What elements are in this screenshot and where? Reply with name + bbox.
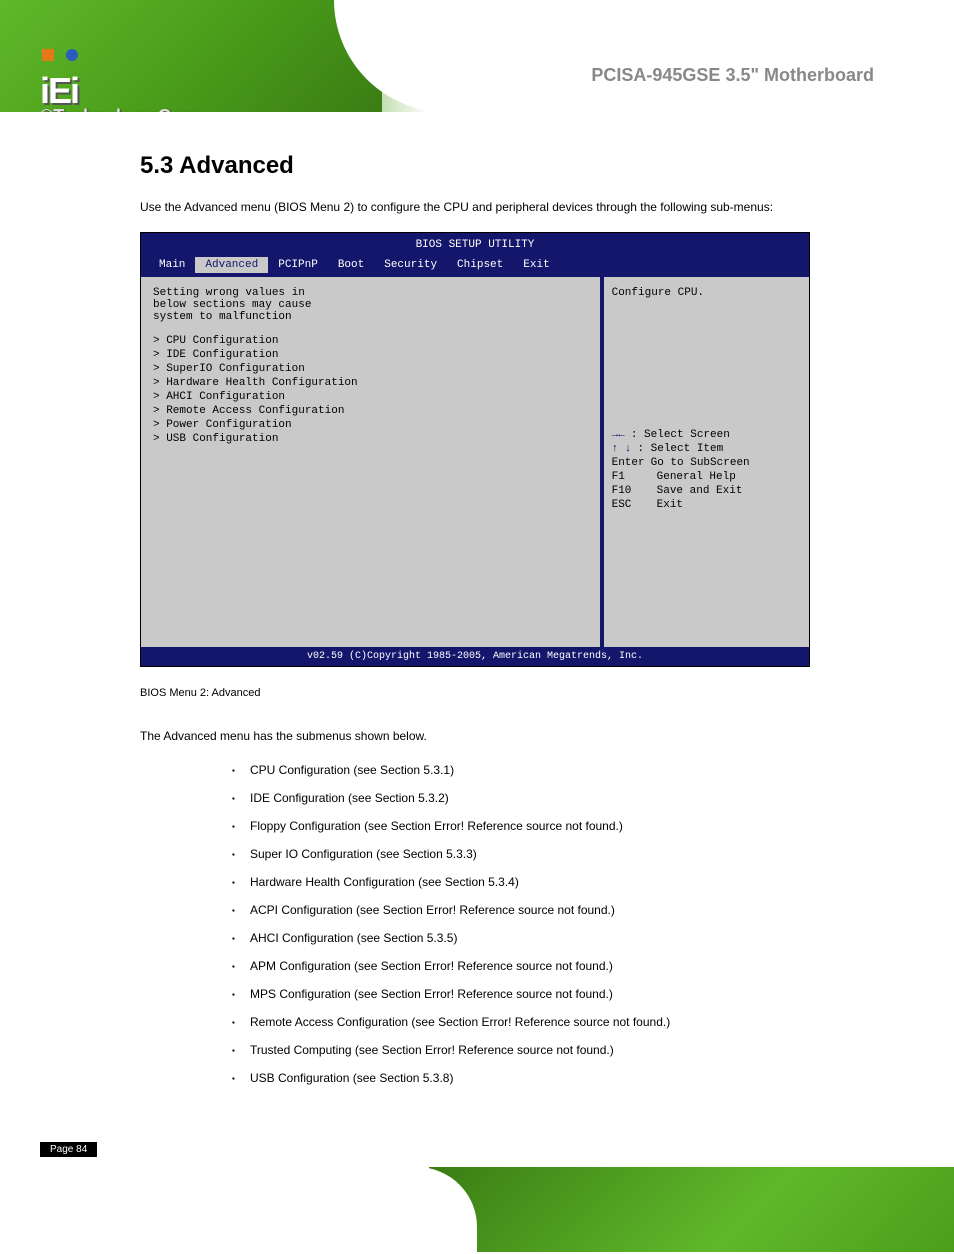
bios-menu-item: IDE Configuration [153,349,588,361]
section-heading: 5.3 Advanced [140,152,814,180]
footer-curve [0,1167,477,1252]
brand-subtext: ®Technology Corp. [40,106,205,112]
list-item: Floppy Configuration (see Section Error!… [250,819,814,833]
bios-warning-1: Setting wrong values in [153,287,588,299]
arrow-updown-icon: ↑ ↓ [612,443,632,455]
bios-nav-key: F1 [612,471,625,483]
section-description: Use the Advanced menu (BIOS Menu 2) to c… [140,200,814,214]
bios-tab-exit: Exit [513,257,559,273]
bios-tab-bar: Main Advanced PCIPnP Boot Security Chips… [141,257,809,277]
bios-tab-advanced: Advanced [195,257,268,273]
arrow-leftright-icon: →← [612,429,625,441]
list-item: Super IO Configuration (see Section 5.3.… [250,847,814,861]
list-item: ACPI Configuration (see Section Error! R… [250,903,814,917]
header-curve [334,0,954,112]
list-item: IDE Configuration (see Section 5.3.2) [250,791,814,805]
bios-nav-label: Exit [657,499,683,511]
bios-nav-key: Enter [612,457,645,469]
bios-nav-help: →← : Select Screen ↑ ↓ : Select Item Enter… [612,429,801,511]
figure-caption: BIOS Menu 2: Advanced [140,687,814,699]
footer-banner [0,1167,954,1252]
bios-menu-item: SuperIO Configuration [153,363,588,375]
list-item: AHCI Configuration (see Section 5.3.5) [250,931,814,945]
bios-nav-label: General Help [657,471,736,483]
page-number: Page 84 [40,1142,97,1157]
bios-menu-item: USB Configuration [153,433,588,445]
page-content: 5.3 Advanced Use the Advanced menu (BIOS… [0,112,954,1119]
bios-help-text: Configure CPU. [612,287,801,299]
bios-tab-security: Security [374,257,447,273]
bios-menu-item: CPU Configuration [153,335,588,347]
bios-menu-item: AHCI Configuration [153,391,588,403]
bios-warning-3: system to malfunction [153,311,588,323]
bios-screenshot: BIOS SETUP UTILITY Main Advanced PCIPnP … [140,232,810,667]
product-name: PCISA-945GSE 3.5" Motherboard [591,65,874,86]
bios-help-panel: Configure CPU. →← : Select Screen ↑ ↓ : Se… [600,277,809,647]
list-item: MPS Configuration (see Section Error! Re… [250,987,814,1001]
bios-warning-2: below sections may cause [153,299,588,311]
bios-nav-label: Go to SubScreen [651,457,750,469]
submenu-list: CPU Configuration (see Section 5.3.1) ID… [140,763,814,1085]
bios-tab-main: Main [149,257,195,273]
list-item: Remote Access Configuration (see Section… [250,1015,814,1029]
brand-logo: iEi ®Technology Corp. [40,28,205,112]
logo-orange-box-icon [42,49,54,61]
bios-nav-key: ESC [612,499,632,511]
bios-footer: v02.59 (C)Copyright 1985-2005, American … [141,647,809,666]
submenu-description: The Advanced menu has the submenus shown… [140,729,814,743]
logo-blue-circle-icon [66,49,78,61]
footer-circuit-art [429,1167,954,1252]
bios-tab-chipset: Chipset [447,257,513,273]
bios-menu-left: Setting wrong values in below sections m… [141,277,600,647]
list-item: USB Configuration (see Section 5.3.8) [250,1071,814,1085]
bios-nav-key: F10 [612,485,632,497]
header-banner: iEi ®Technology Corp. PCISA-945GSE 3.5" … [0,0,954,112]
list-item: CPU Configuration (see Section 5.3.1) [250,763,814,777]
bios-menu-item: Power Configuration [153,419,588,431]
bios-body: Setting wrong values in below sections m… [141,277,809,647]
bios-nav-label: : Select Item [637,443,723,455]
bios-tab-boot: Boot [328,257,374,273]
list-item: Hardware Health Configuration (see Secti… [250,875,814,889]
bios-tab-pcipnp: PCIPnP [268,257,328,273]
bios-menu-item: Hardware Health Configuration [153,377,588,389]
page-number-box: Page 84 [40,1139,954,1157]
list-item: APM Configuration (see Section Error! Re… [250,959,814,973]
bios-title: BIOS SETUP UTILITY [141,233,809,257]
bios-menu-item: Remote Access Configuration [153,405,588,417]
bios-nav-label: : Select Screen [631,429,730,441]
list-item: Trusted Computing (see Section Error! Re… [250,1043,814,1057]
bios-nav-label: Save and Exit [657,485,743,497]
